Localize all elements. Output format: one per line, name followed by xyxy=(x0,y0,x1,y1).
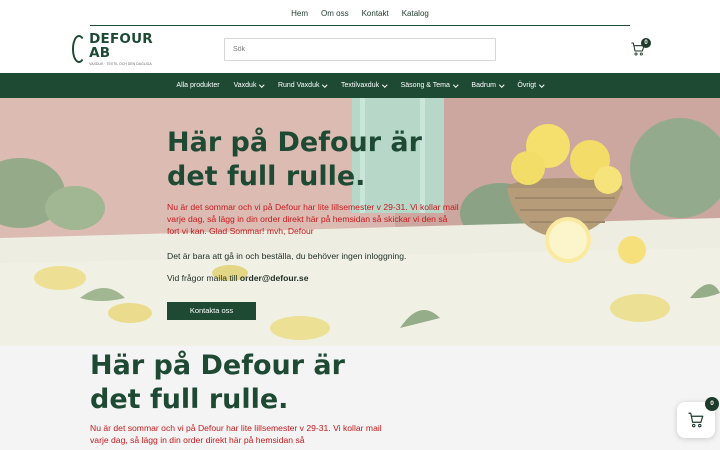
nav-label: Övrigt xyxy=(517,82,537,89)
content-section: Här på Defour är det full rulle. Nu är d… xyxy=(0,346,720,450)
top-navigation: Hem Om oss Kontakt Katalog xyxy=(0,0,720,26)
chevron-down-icon xyxy=(453,82,459,87)
hero-contact-line: Vid frågor maila till order@defour.se xyxy=(167,273,308,283)
contact-email[interactable]: order@defour.se xyxy=(240,273,309,283)
logo-mark xyxy=(72,35,87,63)
logo-name: DEFOUR AB xyxy=(89,31,153,61)
cart-count-badge: 0 xyxy=(641,38,651,48)
nav-label: Badrum xyxy=(471,82,496,89)
top-link-katalog[interactable]: Katalog xyxy=(402,9,429,18)
nav-item-textilvaxduk[interactable]: Textilvaxduk xyxy=(340,82,388,89)
chevron-down-icon xyxy=(259,82,265,87)
hero-banner: Här på Defour är det full rulle. Nu är d… xyxy=(0,98,720,346)
header-divider xyxy=(90,25,630,26)
nav-label: Alla produkter xyxy=(176,82,220,89)
nav-item-vaxduk[interactable]: Vaxduk xyxy=(233,82,265,89)
search-input[interactable] xyxy=(224,38,496,61)
nav-label: Textilvaxduk xyxy=(340,82,380,89)
cart-icon xyxy=(688,412,704,428)
nav-label: Säsong & Tema xyxy=(400,82,450,89)
nav-label: Vaxduk xyxy=(233,82,257,89)
hero-title: Här på Defour är det full rulle. xyxy=(167,127,422,192)
top-link-kontakt[interactable]: Kontakt xyxy=(362,9,389,18)
main-navigation: Alla produkter Vaxduk Rund Vaxduk Textil… xyxy=(0,73,720,98)
floating-cart-count-badge: 0 xyxy=(705,397,719,411)
chevron-down-icon xyxy=(322,82,328,87)
nav-item-rund-vaxduk[interactable]: Rund Vaxduk xyxy=(277,82,328,89)
top-link-hem[interactable]: Hem xyxy=(291,9,308,18)
section-notice: Nu är det sommar och vi på Defour har li… xyxy=(90,423,382,445)
nav-item-badrum[interactable]: Badrum xyxy=(471,82,505,89)
nav-label: Rund Vaxduk xyxy=(277,82,320,89)
logo-tagline: VAXDUK · TEXTIL OCH DEN DAGLIGA xyxy=(89,62,152,66)
nav-item-sasong-tema[interactable]: Säsong & Tema xyxy=(400,82,459,89)
chevron-down-icon xyxy=(539,82,545,87)
chevron-down-icon xyxy=(382,82,388,87)
nav-item-alla-produkter[interactable]: Alla produkter xyxy=(176,82,219,89)
nav-item-ovrigt[interactable]: Övrigt xyxy=(517,82,545,89)
hero-notice: Nu är det sommar och vi på Defour har li… xyxy=(167,202,459,236)
site-logo[interactable]: DEFOUR AB VAXDUK · TEXTIL OCH DEN DAGLIG… xyxy=(72,31,172,66)
section-title: Här på Defour är det full rulle. xyxy=(90,350,345,415)
chevron-down-icon xyxy=(499,82,505,87)
hero-info-line: Det är bara att gå in och beställa, du b… xyxy=(167,251,407,261)
floating-cart-button[interactable]: 0 xyxy=(677,397,719,438)
top-link-om-oss[interactable]: Om oss xyxy=(321,9,349,18)
contact-button[interactable]: Kontakta oss xyxy=(167,302,256,320)
contact-prefix: Vid frågor maila till xyxy=(167,273,240,283)
cart-button[interactable]: 0 xyxy=(630,38,652,58)
